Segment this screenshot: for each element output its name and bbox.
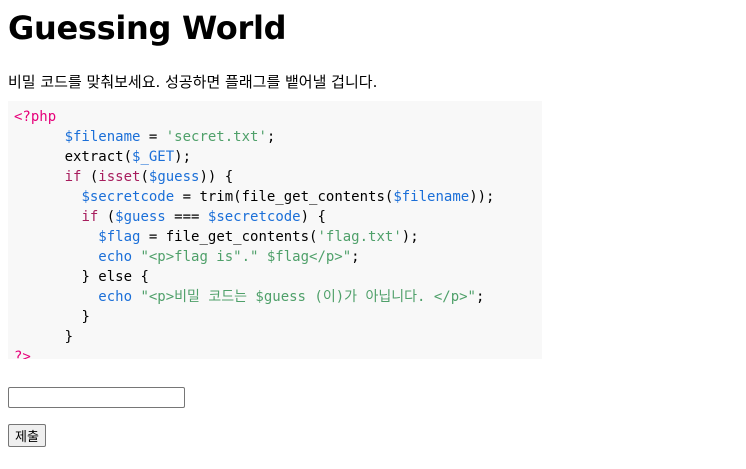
code-token: $filename [393,189,470,205]
php-open-tag: <?php [14,109,57,125]
code-token: 'secret.txt' [165,129,267,145]
code-token: if [81,209,99,225]
php-close-tag: ?> [14,349,31,359]
code-token: "<p>flag is"." $flag</p>" [132,249,352,265]
page-description: 비밀 코드를 맞춰보세요. 성공하면 플래그를 뱉어낼 겁니다. [8,73,378,91]
code-token: trim(file_get_contents( [199,189,394,205]
code-token: ( [98,209,116,225]
code-token: ) { [300,209,326,225]
page-content: Guessing World 비밀 코드를 맞춰보세요. 성공하면 플래그를 뱉… [0,0,746,447]
code-token: $secretcode [207,209,301,225]
submit-button[interactable]: 제출 [8,424,46,447]
code-token: echo [98,289,133,305]
source-code-block: <?php $filename = 'secret.txt'; extract(… [8,101,542,359]
code-token: )) { [199,169,234,185]
code-token: } [64,329,74,345]
code-token: === [165,209,208,225]
code-token: extract( [64,149,133,165]
code-token: ); [174,149,192,165]
code-token: = [140,129,166,145]
code-token: $guess [148,169,200,185]
code-token: if [64,169,82,185]
code-token: ; [351,249,360,265]
code-token: file_get_contents( [165,229,318,245]
code-token: 'flag.txt' [317,229,402,245]
code-token: isset [98,169,141,185]
code-token: "<p>비밀 코드는 $guess (이)가 아닙니다. </p>" [132,289,476,305]
code-token: } [81,309,90,325]
page-title: Guessing World [8,9,287,47]
code-token: = [140,229,166,245]
code-token: ; [475,289,485,305]
code-token: ( [140,169,149,185]
code-token: $filename [64,129,141,145]
code-token: ); [401,229,419,245]
guess-input[interactable] [8,387,185,408]
code-token: ( [81,169,99,185]
code-token: $flag [98,229,141,245]
code-token: ; [266,129,276,145]
code-token: echo [98,249,133,265]
code-token: $guess [115,209,166,225]
code-token: = [174,189,200,205]
code-token: $_GET [132,149,175,165]
guess-form: 제출 [8,387,738,447]
code-token: )); [469,189,495,205]
code-token: } else { [81,269,149,285]
code-token: $secretcode [81,189,175,205]
